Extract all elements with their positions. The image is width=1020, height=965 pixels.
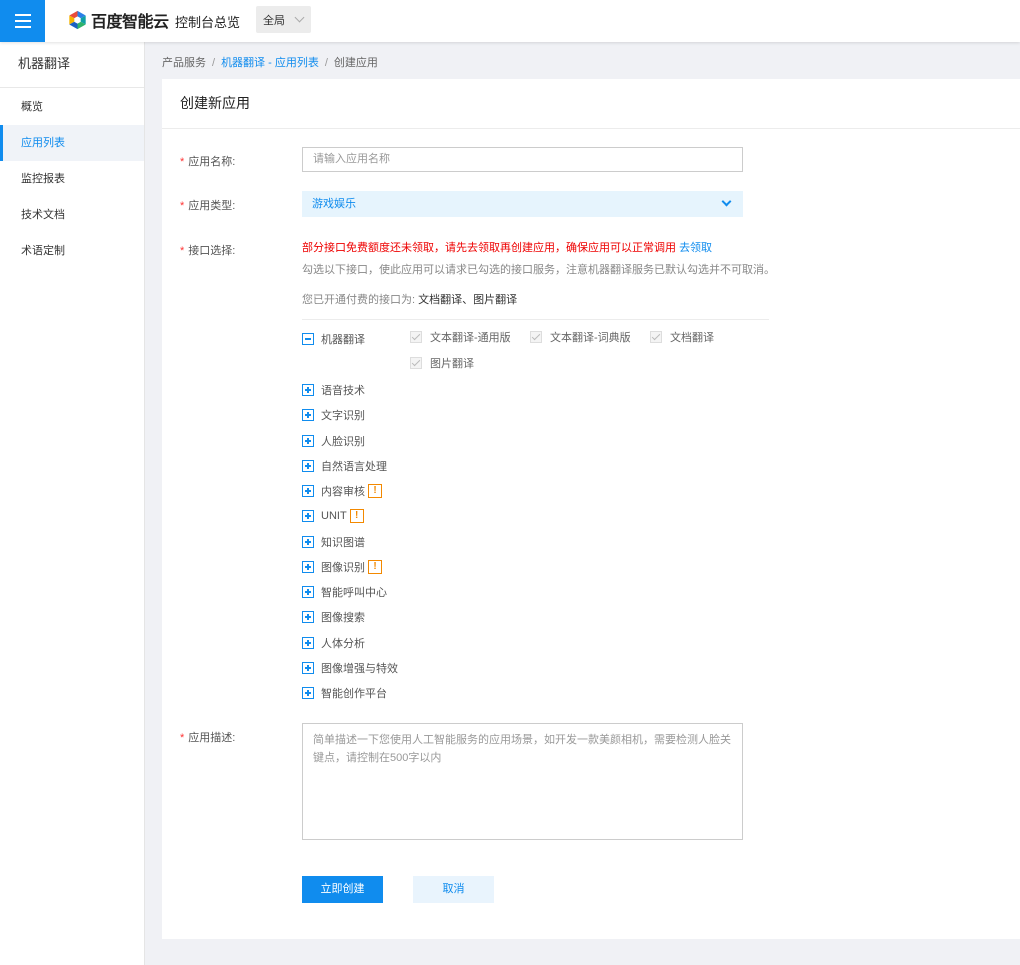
region-select[interactable]: 全局 [256,6,311,33]
cancel-button[interactable]: 取消 [413,876,494,903]
breadcrumb: 产品服务 / 机器翻译 - 应用列表 / 创建应用 [162,54,378,70]
page-title: 创建新应用 [162,79,1020,129]
tree-node: 图像识别! [302,559,382,575]
chevron-down-icon [294,12,305,23]
checkbox-text-translation-dict[interactable]: 文本翻译-词典版 [530,330,631,344]
tree-node: 知识图谱 [302,534,365,550]
tree-node-label: 语音技术 [321,385,365,397]
sidebar-item-monitoring[interactable]: 监控报表 [0,161,144,197]
tree-node-label: 自然语言处理 [321,461,387,473]
region-value: 全局 [263,14,285,27]
expand-plus-icon[interactable] [302,510,314,522]
expand-plus-icon[interactable] [302,536,314,548]
top-bar: 百度智能云 控制台总览 全局 [0,0,1020,42]
breadcrumb-root: 产品服务 [162,57,206,69]
tree-node-label: 图像增强与特效 [321,663,398,675]
tree-node: 人体分析 [302,635,365,651]
sidebar-item-overview[interactable]: 概览 [0,89,144,125]
tree-node-label: 图像识别 [321,562,365,574]
tree-node: UNIT! [302,508,364,524]
tree-node-label: 知识图谱 [321,537,365,549]
logo-text: 百度智能云 [91,14,169,31]
expand-plus-icon[interactable] [302,460,314,472]
tree-node: 语音技术 [302,382,365,398]
expand-plus-icon[interactable] [302,409,314,421]
expand-plus-icon[interactable] [302,435,314,447]
tree-node-label: 图像搜索 [321,612,365,624]
checkbox-checked-icon [410,357,422,369]
chevron-down-icon [721,196,732,207]
checkbox-image-translation[interactable]: 图片翻译 [410,356,474,370]
warning-icon: ! [368,560,382,574]
claim-quota-link[interactable]: 去领取 [679,242,712,254]
expand-plus-icon[interactable] [302,637,314,649]
breadcrumb-separator: / [212,57,216,69]
tree-node-label: 人脸识别 [321,436,365,448]
sidebar-title: 机器翻译 [0,42,144,88]
api-select-label: * 接口选择: [180,245,236,257]
app-desc-label: * 应用描述: [180,732,236,744]
expand-plus-icon[interactable] [302,611,314,623]
console-overview-link[interactable]: 控制台总览 [175,12,240,31]
tree-node-label: 人体分析 [321,638,365,650]
tree-node: 文字识别 [302,407,365,423]
checkbox-text-translation-general[interactable]: 文本翻译-通用版 [410,330,511,344]
collapse-minus-icon[interactable] [302,333,314,345]
tree-node: 内容审核! [302,483,382,499]
checkbox-doc-translation[interactable]: 文档翻译 [650,330,714,344]
warning-icon: ! [368,484,382,498]
breadcrumb-parent-link[interactable]: 机器翻译 - 应用列表 [221,57,319,69]
divider [302,319,769,320]
sidebar-item-app-list[interactable]: 应用列表 [0,125,144,161]
app-name-input[interactable]: 请输入应用名称 [302,147,743,172]
tree-node: 智能创作平台 [302,685,387,701]
tree-node-label: 智能创作平台 [321,688,387,700]
api-hint: 勾选以下接口，使此应用可以请求已勾选的接口服务，注意机器翻译服务已默认勾选并不可… [302,264,775,276]
tree-node: 智能呼叫中心 [302,584,387,600]
expand-plus-icon[interactable] [302,687,314,699]
expand-plus-icon[interactable] [302,586,314,598]
expand-plus-icon[interactable] [302,384,314,396]
tree-node-machine-translation: 机器翻译 [302,331,365,347]
quota-warning: 部分接口免费额度还未领取，请先去领取再创建应用，确保应用可以正常调用 去领取 [302,242,713,254]
expand-plus-icon[interactable] [302,485,314,497]
app-desc-textarea[interactable]: 简单描述一下您使用人工智能服务的应用场景，如开发一款美颜相机，需要检测人脸关键点… [302,723,743,840]
sidebar-item-docs[interactable]: 技术文档 [0,197,144,233]
menu-button[interactable] [0,0,45,42]
tree-node-label: 机器翻译 [321,334,365,346]
tree-node: 图像增强与特效 [302,660,398,676]
tree-node-label: 文字识别 [321,410,365,422]
app-type-select[interactable]: 游戏娱乐 [302,191,743,217]
app-name-label: * 应用名称: [180,156,236,168]
logo[interactable]: 百度智能云 [68,10,169,31]
breadcrumb-separator: / [324,57,328,69]
tree-node-label: 智能呼叫中心 [321,587,387,599]
warning-icon: ! [349,509,364,523]
tree-node-label: 内容审核 [321,486,365,498]
tree-node: 人脸识别 [302,433,365,449]
tree-node: 图像搜索 [302,609,365,625]
sidebar: 机器翻译 概览 应用列表 监控报表 技术文档 术语定制 [0,42,145,965]
breadcrumb-current: 创建应用 [333,57,378,69]
checkbox-checked-icon [650,331,662,343]
checkbox-checked-icon [410,331,422,343]
baidu-cloud-logo-icon [69,10,86,30]
create-button[interactable]: 立即创建 [302,876,383,903]
app-type-value: 游戏娱乐 [312,198,356,210]
expand-plus-icon[interactable] [302,561,314,573]
tree-node: 自然语言处理 [302,458,387,474]
tree-node-label: UNIT [321,510,347,522]
sidebar-item-terminology[interactable]: 术语定制 [0,233,144,269]
expand-plus-icon[interactable] [302,662,314,674]
hamburger-icon [14,14,31,28]
paid-apis: 您已开通付费的接口为: 文档翻译、图片翻译 [302,294,518,306]
app-type-label: * 应用类型: [180,200,236,212]
checkbox-checked-icon [530,331,542,343]
